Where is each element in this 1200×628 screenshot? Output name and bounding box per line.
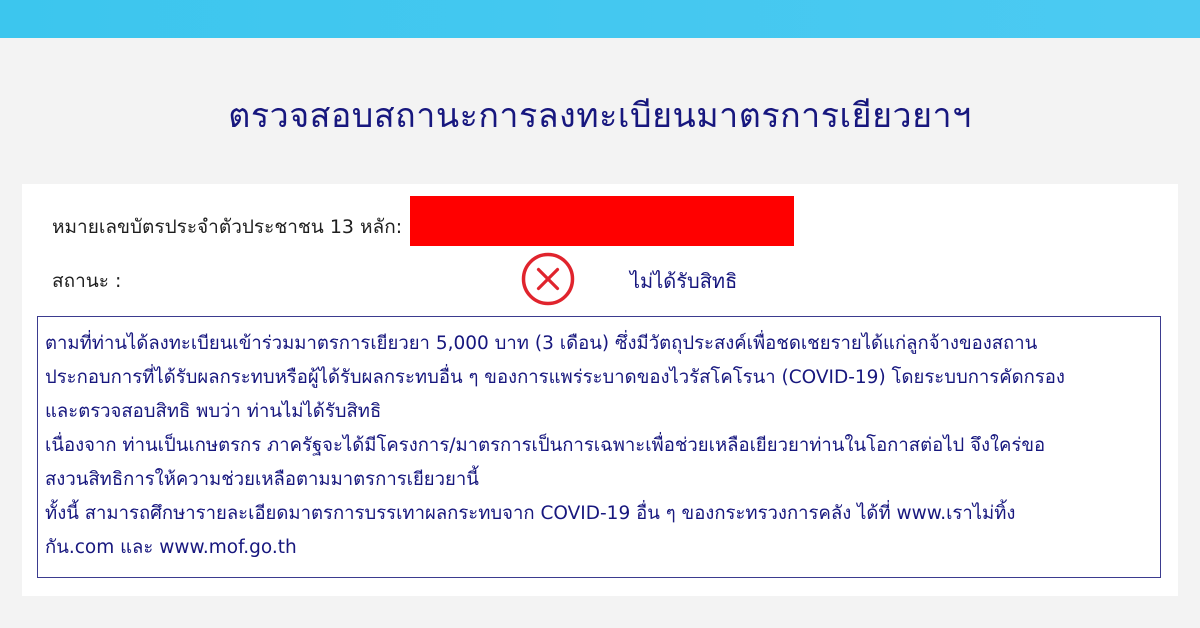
top-bar xyxy=(0,0,1200,38)
detail-line: ประกอบการที่ได้รับผลกระทบหรือผู้ได้รับผล… xyxy=(45,367,1065,388)
status-label: สถานะ : xyxy=(52,270,122,292)
id-number-redacted-field xyxy=(410,196,794,246)
result-card: หมายเลขบัตรประจำตัวประชาชน 13 หลัก: สถาน… xyxy=(22,184,1178,596)
status-text: ไม่ได้รับสิทธิ xyxy=(630,269,738,293)
x-circle-icon xyxy=(521,252,575,306)
detail-message-box: ตามที่ท่านได้ลงทะเบียนเข้าร่วมมาตรการเยี… xyxy=(37,316,1161,578)
detail-line: สงวนสิทธิการให้ความช่วยเหลือตามมาตรการเย… xyxy=(45,469,479,490)
detail-line: และตรวจสอบสิทธิ พบว่า ท่านไม่ได้รับสิทธิ xyxy=(45,401,382,422)
page-title: ตรวจสอบสถานะการลงทะเบียนมาตรการเยียวยาฯ xyxy=(228,96,972,136)
id-number-label: หมายเลขบัตรประจำตัวประชาชน 13 หลัก: xyxy=(52,216,403,238)
detail-line: ตามที่ท่านได้ลงทะเบียนเข้าร่วมมาตรการเยี… xyxy=(45,333,1038,354)
detail-line: กัน.com และ www.mof.go.th xyxy=(45,537,297,558)
detail-line: เนื่องจาก ท่านเป็นเกษตรกร ภาครัฐจะได้มีโ… xyxy=(45,435,1046,456)
detail-line: ทั้งนี้ สามารถศึกษารายละเอียดมาตรการบรรเ… xyxy=(45,503,1016,524)
